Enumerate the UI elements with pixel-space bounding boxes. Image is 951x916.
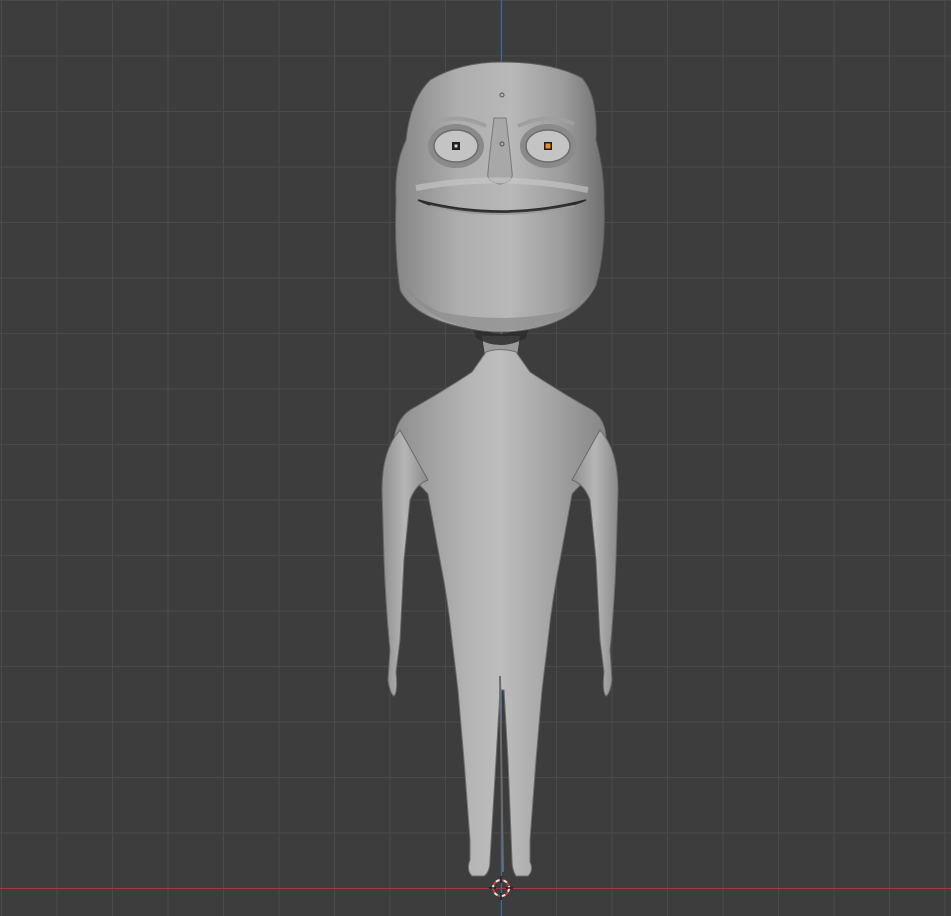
right-arm-mesh [571,429,619,697]
3d-viewport[interactable] [0,0,951,916]
left-arm-mesh [381,429,429,697]
torso-mesh [393,349,607,877]
character-mesh[interactable] [0,0,951,916]
3d-cursor-icon[interactable] [489,876,513,900]
head-mesh [395,61,605,333]
